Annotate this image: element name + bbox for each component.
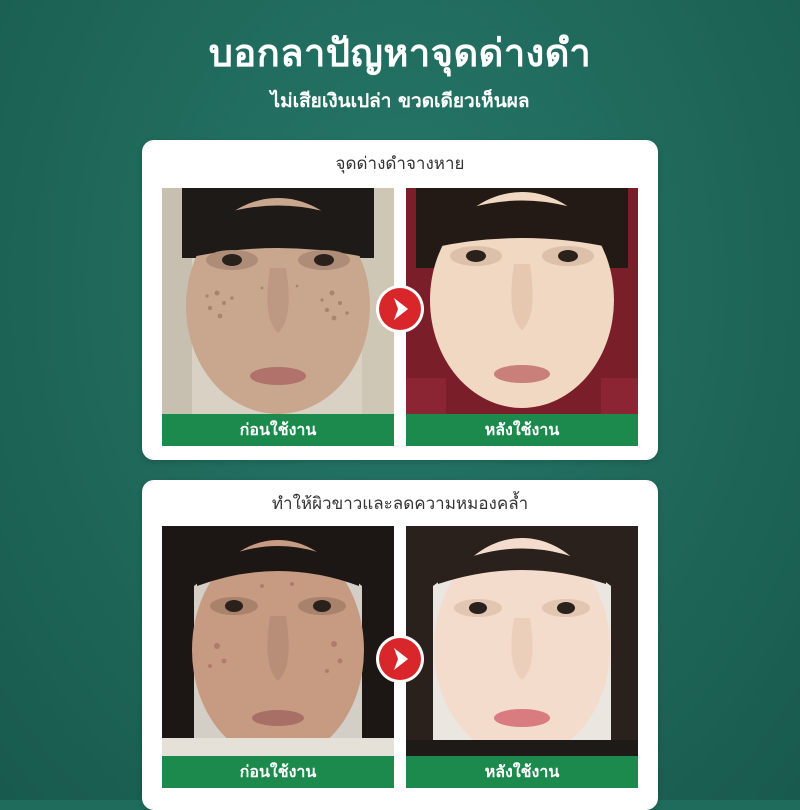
card-title: ทำให้ผิวขาวและลดความหมองคล้ำ — [271, 494, 529, 514]
comparison-card-whitening: ทำให้ผิวขาวและลดความหมองคล้ำ ก่อนใช้งาน … — [142, 480, 658, 810]
page-subtitle: ไม่เสียเงินเปล่า ขวดเดียวเห็นผล — [270, 90, 530, 112]
after-label: หลังใช้งาน — [406, 414, 638, 446]
after-photo — [406, 188, 638, 414]
after-photo — [406, 526, 638, 756]
before-photo — [162, 188, 394, 414]
before-photo — [162, 526, 394, 756]
after-label: หลังใช้งาน — [406, 756, 638, 788]
chevron-right-icon — [379, 288, 421, 330]
before-label: ก่อนใช้งาน — [162, 414, 394, 446]
page-background: บอกลาปัญหาจุดด่างดำ ไม่เสียเงินเปล่า ขวด… — [0, 0, 800, 810]
chevron-right-icon — [379, 638, 421, 680]
comparison-card-dark-spots: จุดด่างดำจางหาย ก่อนใช้งาน หลังใช้งาน — [142, 140, 658, 460]
before-label: ก่อนใช้งาน — [162, 756, 394, 788]
card-title: จุดด่างดำจางหาย — [335, 154, 465, 174]
page-title: บอกลาปัญหาจุดด่างดำ — [208, 31, 592, 75]
